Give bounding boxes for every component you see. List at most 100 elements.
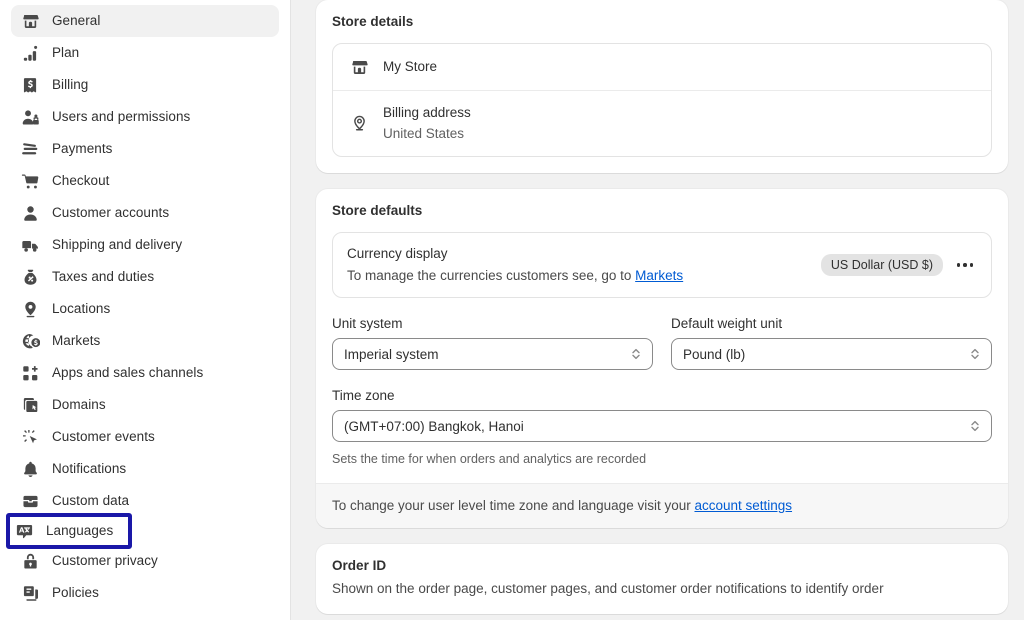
settings-page: General Plan Billing Users and permissions P… bbox=[0, 0, 1024, 620]
sidebar-item-payments[interactable]: Payments bbox=[11, 133, 279, 165]
settings-content: Store details My Store Billing address U… bbox=[291, 0, 1024, 620]
database-icon bbox=[20, 491, 40, 511]
store-icon bbox=[349, 57, 369, 77]
currency-display-description: To manage the currencies customers see, … bbox=[347, 267, 683, 285]
click-sparkle-icon bbox=[20, 427, 40, 447]
currency-badge: US Dollar (USD $) bbox=[820, 254, 943, 276]
sidebar-item-label: Notifications bbox=[52, 461, 127, 477]
dot-2 bbox=[963, 263, 967, 267]
weight-unit-select[interactable]: Pound (lb) bbox=[671, 338, 992, 370]
unit-system-select[interactable]: Imperial system bbox=[332, 338, 653, 370]
unit-system-value: Imperial system bbox=[344, 346, 439, 362]
sidebar-item-label: Locations bbox=[52, 301, 111, 317]
account-settings-footer: To change your user level time zone and … bbox=[316, 483, 1008, 528]
sidebar-item-checkout[interactable]: Checkout bbox=[11, 165, 279, 197]
store-details-list: My Store Billing address United States bbox=[332, 43, 992, 157]
sidebar-item-label: General bbox=[52, 13, 101, 29]
cart-icon bbox=[20, 171, 40, 191]
sidebar-item-apps-and-sales-channels[interactable]: Apps and sales channels bbox=[11, 357, 279, 389]
sidebar-item-plan[interactable]: Plan bbox=[11, 37, 279, 69]
sidebar-item-taxes-and-duties[interactable]: Taxes and duties bbox=[11, 261, 279, 293]
languages-icon bbox=[14, 521, 34, 541]
store-defaults-card: Store defaults Currency display To manag… bbox=[316, 189, 1008, 528]
sidebar-item-customer-events[interactable]: Customer events bbox=[11, 421, 279, 453]
sidebar-item-label: Shipping and delivery bbox=[52, 237, 183, 253]
order-id-description: Shown on the order page, customer pages,… bbox=[332, 581, 884, 596]
person-icon bbox=[20, 203, 40, 223]
account-settings-text: To change your user level time zone and … bbox=[332, 498, 695, 513]
weight-unit-label: Default weight unit bbox=[671, 316, 783, 331]
chevron-updown-icon bbox=[968, 346, 982, 362]
weight-unit-value: Pound (lb) bbox=[683, 346, 746, 362]
dot-3 bbox=[969, 263, 974, 267]
bill-icon bbox=[20, 75, 40, 95]
sidebar-item-label: Payments bbox=[52, 141, 113, 157]
sidebar-item-label: Customer events bbox=[52, 429, 155, 445]
sidebar-item-label: Billing bbox=[52, 77, 89, 93]
sidebar-item-shipping-and-delivery[interactable]: Shipping and delivery bbox=[11, 229, 279, 261]
settings-sidebar: General Plan Billing Users and permissions P… bbox=[0, 0, 291, 620]
order-id-card: Order ID Shown on the order page, custom… bbox=[316, 544, 1008, 614]
sidebar-nav-list: General Plan Billing Users and permissions P… bbox=[0, 5, 290, 609]
sidebar-item-label: Languages bbox=[46, 523, 114, 539]
sidebar-item-label: Customer accounts bbox=[52, 205, 170, 221]
lock-icon bbox=[20, 551, 40, 571]
sidebar-item-locations[interactable]: Locations bbox=[11, 293, 279, 325]
markets-link[interactable]: Markets bbox=[635, 268, 683, 283]
unit-system-label: Unit system bbox=[332, 316, 403, 331]
weight-unit-field: Default weight unit Pound (lb) bbox=[671, 314, 992, 370]
time-zone-select[interactable]: (GMT+07:00) Bangkok, Hanoi bbox=[332, 410, 992, 442]
sidebar-item-billing[interactable]: Billing bbox=[11, 69, 279, 101]
sidebar-item-label: Customer privacy bbox=[52, 553, 158, 569]
sidebar-item-label: Apps and sales channels bbox=[52, 365, 204, 381]
sidebar-item-label: Domains bbox=[52, 397, 106, 413]
currency-display-row: Currency display To manage the currencie… bbox=[333, 233, 991, 297]
store-name-row[interactable]: My Store bbox=[333, 44, 991, 90]
truck-icon bbox=[20, 235, 40, 255]
location-pin-icon bbox=[20, 299, 40, 319]
sidebar-item-notifications[interactable]: Notifications bbox=[11, 453, 279, 485]
sidebar-item-customer-privacy[interactable]: Customer privacy bbox=[11, 545, 279, 577]
time-zone-helper: Sets the time for when orders and analyt… bbox=[332, 452, 647, 466]
policies-icon bbox=[20, 583, 40, 603]
sidebar-item-general[interactable]: General bbox=[11, 5, 279, 37]
sidebar-item-languages[interactable]: Languages bbox=[6, 513, 132, 549]
billing-address-row[interactable]: Billing address United States bbox=[333, 90, 991, 156]
sidebar-item-users-and-permissions[interactable]: Users and permissions bbox=[11, 101, 279, 133]
billing-address-value: United States bbox=[383, 126, 465, 141]
store-defaults-title: Store defaults bbox=[332, 203, 423, 218]
bell-icon bbox=[20, 459, 40, 479]
sidebar-item-customer-accounts[interactable]: Customer accounts bbox=[11, 197, 279, 229]
globe-dollar-icon bbox=[20, 331, 40, 351]
sidebar-item-label: Plan bbox=[52, 45, 80, 61]
store-name-value: My Store bbox=[383, 59, 438, 74]
dot-1 bbox=[956, 263, 961, 267]
currency-display-box: Currency display To manage the currencie… bbox=[332, 232, 992, 298]
sidebar-item-policies[interactable]: Policies bbox=[11, 577, 279, 609]
store-icon bbox=[20, 11, 40, 31]
chart-bar-icon bbox=[20, 43, 40, 63]
billing-address-label: Billing address bbox=[383, 105, 471, 120]
time-zone-field: Time zone (GMT+07:00) Bangkok, Hanoi Set… bbox=[332, 386, 992, 467]
sidebar-item-domains[interactable]: Domains bbox=[11, 389, 279, 421]
time-zone-label: Time zone bbox=[332, 388, 395, 403]
currency-more-actions-button[interactable] bbox=[951, 251, 979, 279]
order-id-title: Order ID bbox=[332, 558, 387, 573]
sidebar-item-markets[interactable]: Markets bbox=[11, 325, 279, 357]
sidebar-item-label: Custom data bbox=[52, 493, 130, 509]
currency-description-text: To manage the currencies customers see, … bbox=[347, 268, 636, 283]
unit-system-field: Unit system Imperial system bbox=[332, 314, 653, 370]
store-details-card: Store details My Store Billing address U… bbox=[316, 0, 1008, 173]
payments-icon bbox=[20, 139, 40, 159]
domains-icon bbox=[20, 395, 40, 415]
time-zone-value: (GMT+07:00) Bangkok, Hanoi bbox=[344, 418, 524, 434]
unit-fields-row: Unit system Imperial system Default weig… bbox=[332, 314, 992, 370]
users-icon bbox=[20, 107, 40, 127]
apps-grid-plus-icon bbox=[20, 363, 40, 383]
store-details-title: Store details bbox=[332, 14, 414, 29]
chevron-updown-icon bbox=[968, 418, 982, 434]
sidebar-item-label: Policies bbox=[52, 585, 99, 601]
sidebar-item-label: Checkout bbox=[52, 173, 110, 189]
sidebar-item-label: Markets bbox=[52, 333, 101, 349]
account-settings-link[interactable]: account settings bbox=[694, 498, 792, 513]
